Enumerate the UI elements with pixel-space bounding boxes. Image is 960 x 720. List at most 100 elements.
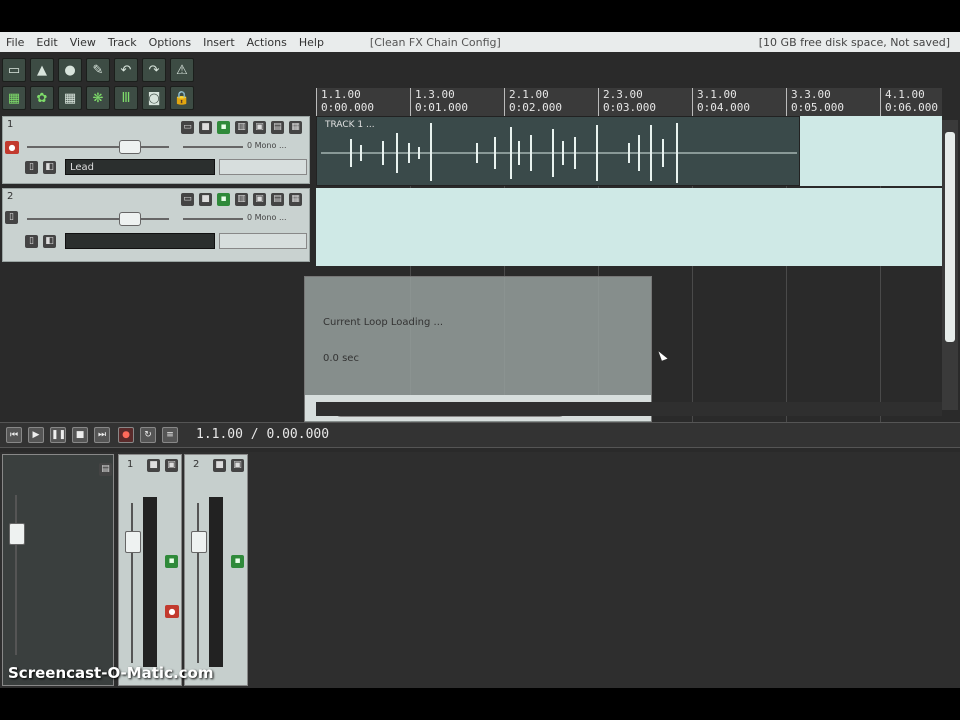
mixer-strip-2[interactable]: 2 ■ ▣ ▪: [184, 454, 248, 686]
strip-number: 1: [127, 459, 134, 470]
envelope-icon[interactable]: ▤: [271, 121, 284, 134]
timeline-ruler[interactable]: 1.1.00 0:00.000 1.3.00 0:01.000 2.1.00 0:02…: [316, 88, 942, 119]
fx-icon[interactable]: ▥: [235, 121, 248, 134]
fx-label: 0 Mono ...: [247, 141, 287, 150]
track-menu-icon[interactable]: ▦: [289, 121, 302, 134]
master-fader-knob[interactable]: [9, 523, 25, 545]
volume-slider[interactable]: [27, 146, 169, 148]
undo-icon[interactable]: ↶: [114, 58, 138, 82]
snap-icon[interactable]: ❋: [86, 86, 110, 110]
track-panel-2[interactable]: 2 ▯ ▭ ■ ▪ ▥ ▣ ▤ ▦ 0 Mono ... ▯ ◧: [2, 188, 310, 262]
volume-knob[interactable]: [119, 140, 141, 154]
track-lane-2[interactable]: [316, 188, 942, 266]
strip-fader-knob[interactable]: [191, 531, 207, 553]
track-menu-icon[interactable]: ▦: [289, 193, 302, 206]
record-arm-icon[interactable]: ●: [165, 605, 179, 618]
grid-icon[interactable]: ▦: [58, 86, 82, 110]
track-panel-1[interactable]: 1 ● ▭ ■ ▪ ▥ ▣ ▤ ▦ 0 Mono ... ▯ ◧ Lead: [2, 116, 310, 184]
transport-menu-icon[interactable]: ≡: [162, 427, 178, 443]
solo-icon[interactable]: ▣: [253, 121, 266, 134]
strip-fader-track[interactable]: [131, 503, 133, 663]
menu-options[interactable]: Options: [143, 36, 197, 49]
pause-icon[interactable]: ❚❚: [50, 427, 66, 443]
go-to-start-icon[interactable]: ⏮: [6, 427, 22, 443]
vertical-scrollbar[interactable]: [942, 120, 958, 410]
track-name-field[interactable]: Lead: [65, 159, 215, 175]
record-arm-icon[interactable]: ●: [5, 141, 19, 154]
metronome-icon[interactable]: ⚠: [170, 58, 194, 82]
menu-insert[interactable]: Insert: [197, 36, 241, 49]
input-select[interactable]: [219, 233, 307, 249]
ruler-tick: 1.3.00 0:01.000: [410, 88, 468, 118]
ruler-tick: 1.1.00 0:00.000: [316, 88, 374, 118]
crossfade-icon[interactable]: ◙: [142, 86, 166, 110]
menu-view[interactable]: View: [64, 36, 102, 49]
track-name-field[interactable]: [65, 233, 215, 249]
main-toolbar: ▭ ▲ ● ✎ ↶ ↷ ⚠ ▦ ✿ ▦ ❋ Ⅲ ◙ 🔒: [2, 56, 196, 114]
monitor-icon[interactable]: ◧: [43, 161, 56, 174]
strip-fader-track[interactable]: [197, 503, 199, 663]
io-routing-icon[interactable]: ▯: [25, 235, 38, 248]
time-display: 1.1.00 / 0.00.000: [196, 427, 330, 442]
ruler-tick: 3.3.00 0:05.000: [786, 88, 844, 118]
dialog-message: Current Loop Loading ...: [323, 317, 444, 328]
envelope-lock-icon[interactable]: Ⅲ: [114, 86, 138, 110]
open-project-icon[interactable]: ▲: [30, 58, 54, 82]
pan-slider[interactable]: [183, 218, 243, 220]
menu-track[interactable]: Track: [102, 36, 143, 49]
input-select[interactable]: [219, 159, 307, 175]
mute-icon[interactable]: ■: [199, 193, 212, 206]
menu-actions[interactable]: Actions: [241, 36, 293, 49]
media-item[interactable]: TRACK 1 ...: [316, 116, 800, 186]
vertical-scroll-thumb[interactable]: [945, 132, 955, 342]
record-arm-icon[interactable]: ▯: [5, 211, 18, 224]
transport-bar: ⏮ ▶ ❚❚ ■ ⏭ ● ↻ ≡ 1.1.00 / 0.00.000: [0, 422, 960, 448]
master-strip[interactable]: ▤: [2, 454, 114, 686]
menu-file[interactable]: File: [0, 36, 30, 49]
horizontal-scrollbar[interactable]: [316, 402, 942, 416]
strip-fx-icon[interactable]: ▣: [231, 459, 244, 472]
monitor-icon[interactable]: ◧: [43, 235, 56, 248]
strip-io-icon[interactable]: ■: [213, 459, 226, 472]
preferences-icon[interactable]: ✎: [86, 58, 110, 82]
repeat-icon[interactable]: ↻: [140, 427, 156, 443]
volume-knob[interactable]: [119, 212, 141, 226]
master-menu-icon[interactable]: ▤: [99, 463, 112, 476]
mute-icon[interactable]: ■: [199, 121, 212, 134]
strip-io-icon[interactable]: ■: [147, 459, 160, 472]
phase-icon[interactable]: ▪: [231, 555, 244, 568]
dialog-duration: 0.0 sec: [323, 353, 359, 364]
io-icon[interactable]: ▭: [181, 121, 194, 134]
record-icon[interactable]: ●: [118, 427, 134, 443]
track-number: 2: [7, 191, 14, 202]
save-project-icon[interactable]: ●: [58, 58, 82, 82]
pan-slider[interactable]: [183, 146, 243, 148]
ruler-tick: 3.1.00 0:04.000: [692, 88, 750, 118]
lock-icon[interactable]: 🔒: [170, 86, 194, 110]
envelope-icon[interactable]: ▤: [271, 193, 284, 206]
stop-icon[interactable]: ■: [72, 427, 88, 443]
strip-fx-icon[interactable]: ▣: [165, 459, 178, 472]
phase-icon[interactable]: ▪: [165, 555, 178, 568]
menu-help[interactable]: Help: [293, 36, 330, 49]
play-icon[interactable]: ▶: [28, 427, 44, 443]
go-to-end-icon[interactable]: ⏭: [94, 427, 110, 443]
master-fader-track[interactable]: [15, 495, 17, 655]
phase-icon[interactable]: ▪: [217, 193, 230, 206]
menu-edit[interactable]: Edit: [30, 36, 63, 49]
mixer-strip-1[interactable]: 1 ■ ▣ ● ▪: [118, 454, 182, 686]
io-icon[interactable]: ▭: [181, 193, 194, 206]
phase-icon[interactable]: ▪: [217, 121, 230, 134]
volume-slider[interactable]: [27, 218, 169, 220]
redo-icon[interactable]: ↷: [142, 58, 166, 82]
track-lane-1[interactable]: TRACK 1 ...: [316, 116, 942, 186]
strip-number: 2: [193, 459, 200, 470]
grid-toggle-icon[interactable]: ▦: [2, 86, 26, 110]
new-project-icon[interactable]: ▭: [2, 58, 26, 82]
solo-icon[interactable]: ▣: [253, 193, 266, 206]
ripple-edit-icon[interactable]: ✿: [30, 86, 54, 110]
strip-fader-knob[interactable]: [125, 531, 141, 553]
window-title: [Clean FX Chain Config]: [369, 35, 501, 49]
fx-icon[interactable]: ▥: [235, 193, 248, 206]
io-routing-icon[interactable]: ▯: [25, 161, 38, 174]
